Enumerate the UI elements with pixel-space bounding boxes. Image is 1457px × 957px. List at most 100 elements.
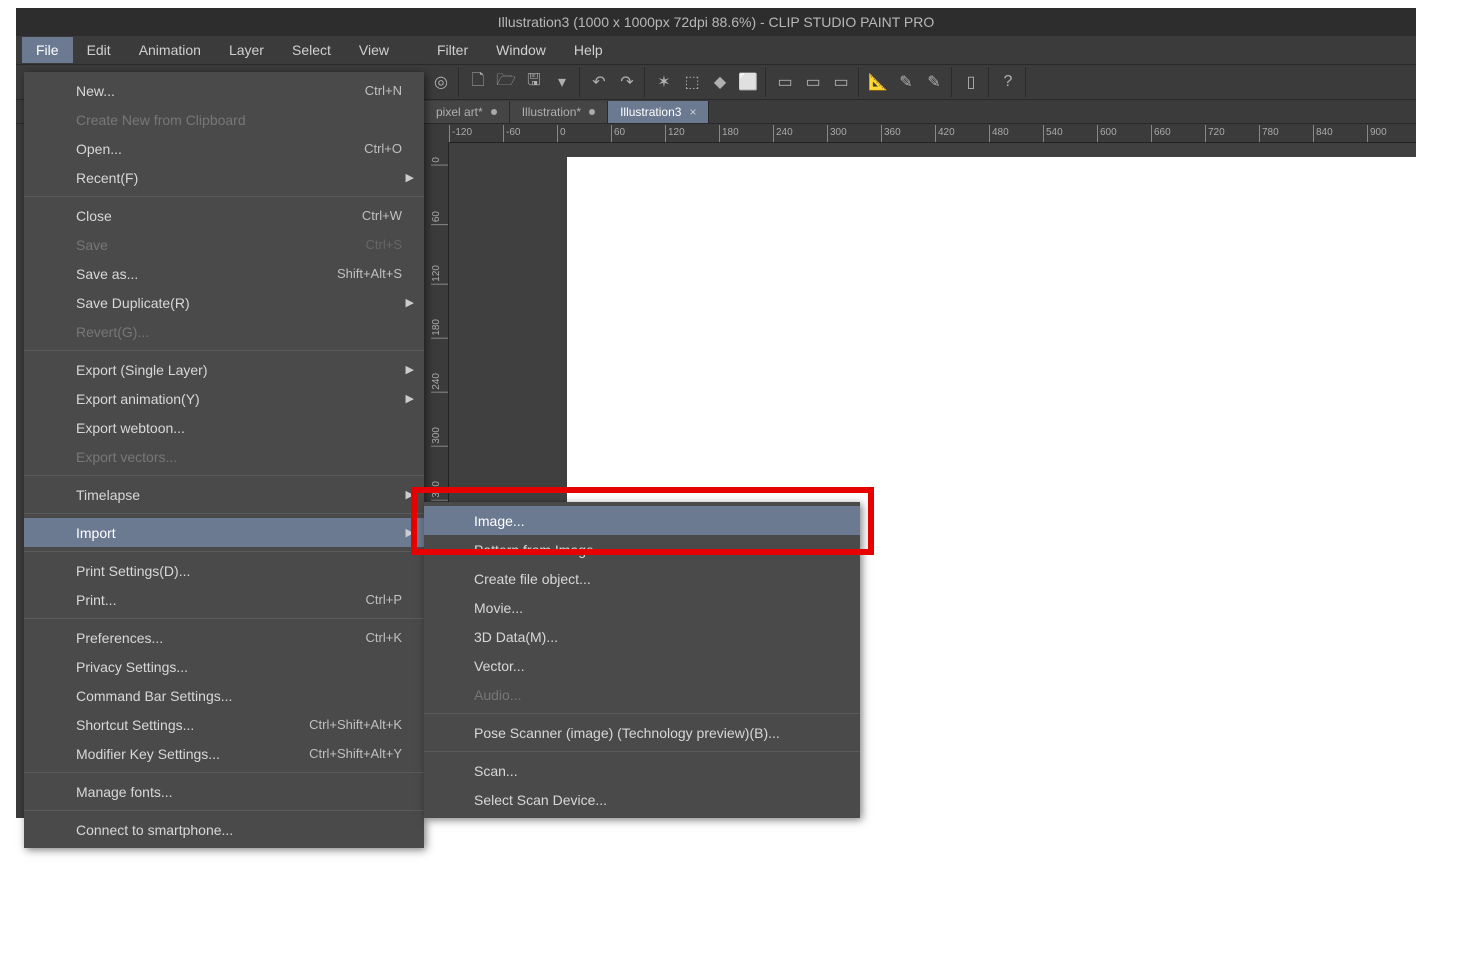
ruler-tick: 840 — [1313, 125, 1333, 143]
menu-item-label: Connect to smartphone... — [76, 822, 233, 838]
menu-item-print-settings-d[interactable]: Print Settings(D)... — [24, 556, 424, 585]
submenu-arrow-icon: ▶ — [406, 488, 414, 501]
submenu-item-select-scan-device[interactable]: Select Scan Device... — [424, 785, 860, 814]
ruler-tick: 0 — [431, 157, 449, 166]
submenu-item-audio: Audio... — [424, 680, 860, 709]
menu-item-export-animation-y[interactable]: Export animation(Y)▶ — [24, 384, 424, 413]
menu-item-close[interactable]: CloseCtrl+W — [24, 201, 424, 230]
menu-item-label: Manage fonts... — [76, 784, 173, 800]
ruler-tick: 600 — [1097, 125, 1117, 143]
doc-tab[interactable]: Illustration3× — [608, 101, 709, 123]
menu-view[interactable]: View — [345, 37, 403, 63]
menu-item-export-single-layer[interactable]: Export (Single Layer)▶ — [24, 355, 424, 384]
submenu-arrow-icon: ▶ — [406, 363, 414, 376]
doc-tab[interactable]: Illustration* — [510, 101, 608, 123]
menu-item-label: Print Settings(D)... — [76, 563, 190, 579]
ruler2-icon[interactable]: ✎ — [893, 69, 919, 95]
ruler-tick: 480 — [989, 125, 1009, 143]
menu-separator — [24, 551, 424, 552]
submenu-item-scan[interactable]: Scan... — [424, 756, 860, 785]
menu-separator — [424, 751, 860, 752]
submenu-arrow-icon: ▶ — [406, 392, 414, 405]
menu-item-import[interactable]: Import ▶ — [24, 518, 424, 547]
menu-item-label: Preferences... — [76, 630, 163, 646]
help-icon[interactable]: ? — [995, 69, 1021, 95]
ruler-tick: 180 — [431, 319, 449, 339]
dropdown-icon[interactable]: ▾ — [549, 69, 575, 95]
unsaved-dot-icon — [589, 109, 595, 115]
title-bar: Illustration3 (1000 x 1000px 72dpi 88.6%… — [16, 8, 1416, 36]
window-title: Illustration3 (1000 x 1000px 72dpi 88.6%… — [498, 14, 935, 30]
menu-item-shortcut-settings[interactable]: Shortcut Settings...Ctrl+Shift+Alt+K — [24, 710, 424, 739]
submenu-item-image[interactable]: Image... — [424, 506, 860, 535]
menu-item-label: Import — [76, 525, 116, 541]
menu-item-timelapse[interactable]: Timelapse ▶ — [24, 480, 424, 509]
menu-item-label: Recent(F) — [76, 170, 138, 186]
submenu-item-pattern-from-image[interactable]: Pattern from Image... — [424, 535, 860, 564]
menu-separator — [24, 810, 424, 811]
tab-label: pixel art* — [436, 105, 483, 119]
menu-item-privacy-settings[interactable]: Privacy Settings... — [24, 652, 424, 681]
menu-window[interactable]: Window — [482, 37, 560, 63]
menu-file[interactable]: File — [22, 37, 73, 63]
snap-icon[interactable]: ▭ — [772, 69, 798, 95]
save-file-icon[interactable]: 🖫 — [521, 69, 547, 95]
menu-separator — [24, 772, 424, 773]
menu-shortcut: Shift+Alt+S — [337, 266, 402, 281]
ruler-icon[interactable]: 📐 — [865, 69, 891, 95]
submenu-item-create-file-object[interactable]: Create file object... — [424, 564, 860, 593]
menu-item-command-bar-settings[interactable]: Command Bar Settings... — [24, 681, 424, 710]
menu-layer[interactable]: Layer — [215, 37, 278, 63]
menu-filter[interactable]: Filter — [423, 37, 482, 63]
import-submenu: Image...Pattern from Image...Create file… — [424, 502, 860, 818]
open-file-icon[interactable]: 🗁 — [493, 69, 519, 95]
ruler-tick: 0 — [557, 125, 566, 143]
submenu-item-pose-scanner-image-technology-preview-b[interactable]: Pose Scanner (image) (Technology preview… — [424, 718, 860, 747]
new-file-icon[interactable]: 🗋 — [465, 69, 491, 95]
ruler-tick: 240 — [773, 125, 793, 143]
menu-item-label: Export webtoon... — [76, 420, 185, 436]
app-window: Illustration3 (1000 x 1000px 72dpi 88.6%… — [16, 8, 1416, 818]
menu-item-manage-fonts[interactable]: Manage fonts... — [24, 777, 424, 806]
fill-icon[interactable]: ◆ — [707, 69, 733, 95]
menu-item-label: New... — [76, 83, 115, 99]
smartphone-icon[interactable]: ▯ — [958, 69, 984, 95]
submenu-item-3d-data-m[interactable]: 3D Data(M)... — [424, 622, 860, 651]
doc-tab[interactable]: pixel art* — [424, 101, 510, 123]
menu-select[interactable]: Select — [278, 37, 345, 63]
ruler-tick: 420 — [935, 125, 955, 143]
menu-shortcut: Ctrl+Shift+Alt+Y — [309, 746, 402, 761]
submenu-item-movie[interactable]: Movie... — [424, 593, 860, 622]
menu-item-label: Command Bar Settings... — [76, 688, 232, 704]
menu-item-print[interactable]: Print...Ctrl+P — [24, 585, 424, 614]
menu-item-label: Open... — [76, 141, 122, 157]
redo-icon[interactable]: ↷ — [614, 69, 640, 95]
crop-icon[interactable]: ⬜ — [735, 69, 761, 95]
menu-help[interactable]: Help — [560, 37, 617, 63]
menu-item-new[interactable]: New...Ctrl+N — [24, 76, 424, 105]
menu-item-export-webtoon[interactable]: Export webtoon... — [24, 413, 424, 442]
menu-item-save-as[interactable]: Save as...Shift+Alt+S — [24, 259, 424, 288]
undo-icon[interactable]: ↶ — [586, 69, 612, 95]
snap2-icon[interactable]: ▭ — [800, 69, 826, 95]
menu-edit[interactable]: Edit — [73, 37, 125, 63]
menu-item-save-duplicate-r[interactable]: Save Duplicate(R)▶ — [24, 288, 424, 317]
menu-item-label: Save — [76, 237, 108, 253]
menu-item-preferences[interactable]: Preferences...Ctrl+K — [24, 623, 424, 652]
close-tab-icon[interactable]: × — [689, 105, 696, 119]
menu-item-recent-f[interactable]: Recent(F)▶ — [24, 163, 424, 192]
menu-animation[interactable]: Animation — [125, 37, 215, 63]
menu-item-connect-to-smartphone[interactable]: Connect to smartphone... — [24, 815, 424, 844]
clear-icon[interactable]: ✶ — [651, 69, 677, 95]
submenu-item-vector[interactable]: Vector... — [424, 651, 860, 680]
tab-label: Illustration* — [522, 105, 581, 119]
menu-item-modifier-key-settings[interactable]: Modifier Key Settings...Ctrl+Shift+Alt+Y — [24, 739, 424, 768]
ruler3-icon[interactable]: ✎ — [921, 69, 947, 95]
snap3-icon[interactable]: ▭ — [828, 69, 854, 95]
menu-item-open[interactable]: Open...Ctrl+O — [24, 134, 424, 163]
menu-item-label: Timelapse — [76, 487, 140, 503]
submenu-arrow-icon: ▶ — [406, 526, 414, 539]
clip-studio-icon[interactable]: ◎ — [428, 69, 454, 95]
deselect-icon[interactable]: ⬚ — [679, 69, 705, 95]
menu-item-label: Privacy Settings... — [76, 659, 188, 675]
